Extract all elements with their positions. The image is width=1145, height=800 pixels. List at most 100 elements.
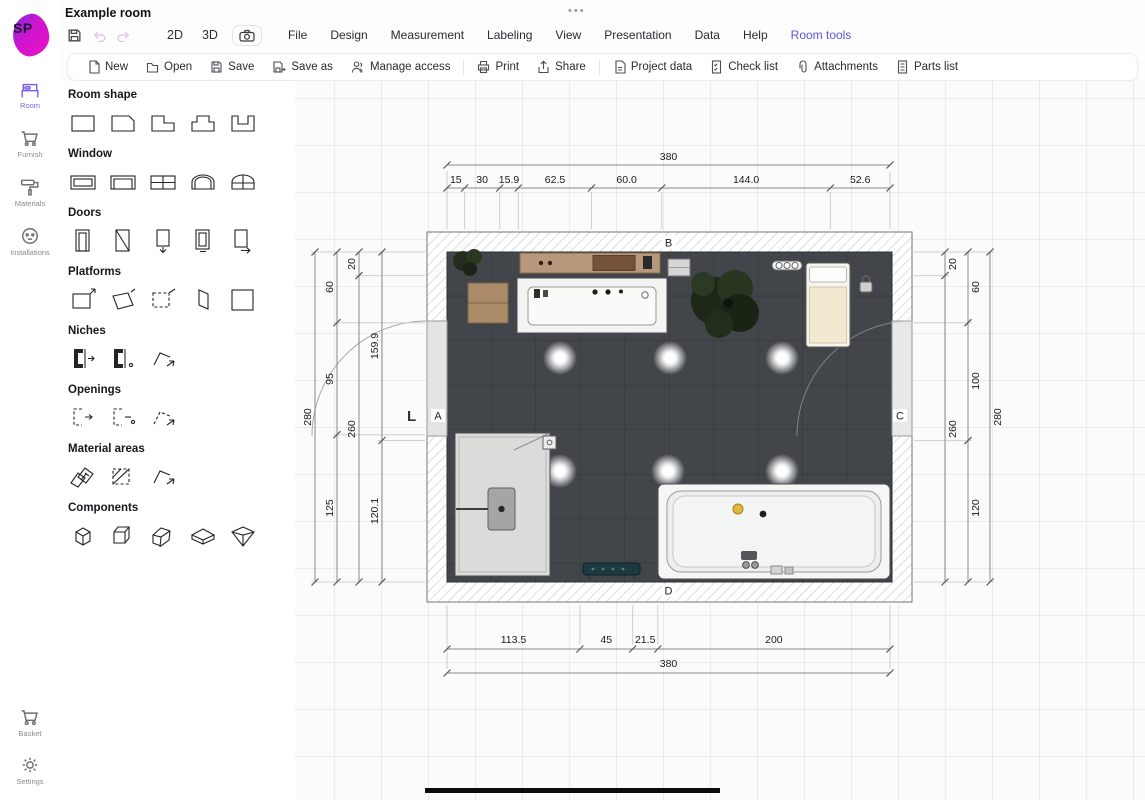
- tool-material-area-dashed[interactable]: [106, 462, 140, 492]
- undo-icon: [91, 28, 107, 43]
- shower-enclosure[interactable]: [455, 433, 550, 576]
- tool-opening-angled[interactable]: [146, 403, 180, 433]
- sidebar-item-installations[interactable]: Installations: [0, 225, 60, 259]
- toolbox-section-material-areas: Material areas: [66, 443, 295, 493]
- niche-icon: [68, 346, 98, 372]
- rubber-duck[interactable]: [733, 504, 743, 514]
- tool-door-sliding-down[interactable]: [146, 226, 180, 256]
- project-data-button[interactable]: Project data: [604, 57, 701, 77]
- tool-opening-left[interactable]: [66, 403, 100, 433]
- tool-material-area-angled[interactable]: [146, 462, 180, 492]
- save-as-button[interactable]: Save as: [263, 57, 342, 77]
- app-logo[interactable]: SP: [7, 6, 53, 60]
- tool-room-l-shape[interactable]: [146, 108, 180, 138]
- tool-window-arched-cross[interactable]: [226, 167, 260, 197]
- floor-plan[interactable]: L: [295, 81, 1145, 800]
- save-quick-button[interactable]: [67, 28, 82, 43]
- bath-accessories[interactable]: [771, 566, 793, 574]
- camera-button[interactable]: [232, 25, 262, 46]
- view-3d-button[interactable]: 3D: [197, 26, 223, 44]
- tool-door-standard[interactable]: [66, 226, 100, 256]
- menu-room-tools[interactable]: Room tools: [790, 26, 853, 44]
- tool-window-low[interactable]: [106, 167, 140, 197]
- open-button[interactable]: Open: [137, 57, 201, 77]
- undo-button[interactable]: [91, 28, 107, 43]
- tool-platform-free[interactable]: [106, 285, 140, 315]
- dim-left-seg: 159.9: [369, 333, 381, 359]
- content: Room shape Window: [60, 81, 1145, 800]
- tool-room-chamfered[interactable]: [106, 108, 140, 138]
- tool-platform-vertical[interactable]: [186, 285, 220, 315]
- share-button[interactable]: Share: [528, 57, 595, 77]
- menu-data[interactable]: Data: [694, 26, 721, 44]
- dim-top-seg: 144.0: [733, 174, 759, 186]
- bath-faucet[interactable]: [741, 551, 758, 568]
- tool-component-box[interactable]: [106, 521, 140, 551]
- menu-measurement[interactable]: Measurement: [390, 26, 465, 44]
- menu-labeling[interactable]: Labeling: [486, 26, 533, 44]
- tool-niche-left[interactable]: [66, 344, 100, 374]
- wall-cabinet[interactable]: [468, 283, 508, 323]
- tool-material-area-double[interactable]: [66, 462, 100, 492]
- sidebar-item-furnish[interactable]: Furnish: [0, 127, 60, 161]
- paint-roller-icon: [20, 178, 40, 196]
- vanity-washbasin[interactable]: [517, 278, 667, 333]
- wall-box[interactable]: [668, 259, 690, 276]
- u-shape-room-icon: [228, 110, 258, 136]
- tool-platform-square[interactable]: [226, 285, 260, 315]
- redo-button[interactable]: [116, 28, 132, 43]
- tool-window-standard[interactable]: [66, 167, 100, 197]
- wood-shelf[interactable]: [520, 253, 660, 273]
- button-label: Print: [495, 61, 519, 73]
- bed-icon: [20, 80, 40, 98]
- tool-niche-circle[interactable]: [106, 344, 140, 374]
- tool-niche-angled[interactable]: [146, 344, 180, 374]
- view-2d-button[interactable]: 2D: [162, 26, 188, 44]
- basket-icon: [20, 708, 40, 726]
- sidebar-item-room[interactable]: Room: [0, 78, 60, 112]
- sidebar-item-materials[interactable]: Materials: [0, 176, 60, 210]
- gear-icon: [20, 756, 40, 774]
- parts-list-button[interactable]: Parts list: [887, 57, 967, 77]
- drawing-canvas[interactable]: L: [295, 81, 1145, 800]
- wall-speaker[interactable]: [543, 436, 556, 449]
- menu-presentation[interactable]: Presentation: [603, 26, 672, 44]
- tool-room-rectangle[interactable]: [66, 108, 100, 138]
- tool-component-cube[interactable]: [66, 521, 100, 551]
- toolbox-section-platforms: Platforms ›: [66, 266, 295, 316]
- print-button[interactable]: Print: [468, 57, 528, 77]
- app-root: SP Room Furnish Materials: [0, 0, 1145, 800]
- tool-platform-rect[interactable]: [66, 285, 100, 315]
- tool-platform-dashed[interactable]: [146, 285, 180, 315]
- save-button[interactable]: Save: [201, 57, 263, 77]
- tool-window-arched[interactable]: [186, 167, 220, 197]
- tool-door-double[interactable]: [186, 226, 220, 256]
- tool-component-prism[interactable]: [186, 521, 220, 551]
- sidebar-item-settings[interactable]: Settings: [0, 754, 60, 788]
- bench-bed[interactable]: [806, 263, 850, 347]
- new-file-icon: [87, 60, 100, 74]
- manage-access-button[interactable]: Manage access: [342, 57, 460, 77]
- tool-component-rotated-cube[interactable]: [146, 521, 180, 551]
- tool-window-cross[interactable]: [146, 167, 180, 197]
- check-list-button[interactable]: Check list: [701, 57, 787, 77]
- section-title: Doors: [68, 207, 295, 219]
- tool-opening-circle[interactable]: [106, 403, 140, 433]
- bathtub[interactable]: [658, 484, 890, 579]
- ceiling-spotlight-bar[interactable]: [772, 261, 802, 270]
- sidebar-item-basket[interactable]: Basket: [0, 706, 60, 740]
- menu-view[interactable]: View: [554, 26, 582, 44]
- new-button[interactable]: New: [78, 57, 137, 77]
- tool-door-swing[interactable]: [106, 226, 140, 256]
- menu-design[interactable]: Design: [329, 26, 368, 44]
- menu-file[interactable]: File: [287, 26, 308, 44]
- people-icon: [351, 60, 365, 74]
- menu-help[interactable]: Help: [742, 26, 769, 44]
- tool-component-pyramid[interactable]: [226, 521, 260, 551]
- window-menu-dots[interactable]: •••: [568, 5, 586, 17]
- attachments-button[interactable]: Attachments: [787, 57, 887, 77]
- tool-door-sliding-right[interactable]: [226, 226, 260, 256]
- tool-room-t-shape[interactable]: [186, 108, 220, 138]
- tool-room-u-shape[interactable]: [226, 108, 260, 138]
- dim-top-seg: 30: [476, 174, 488, 186]
